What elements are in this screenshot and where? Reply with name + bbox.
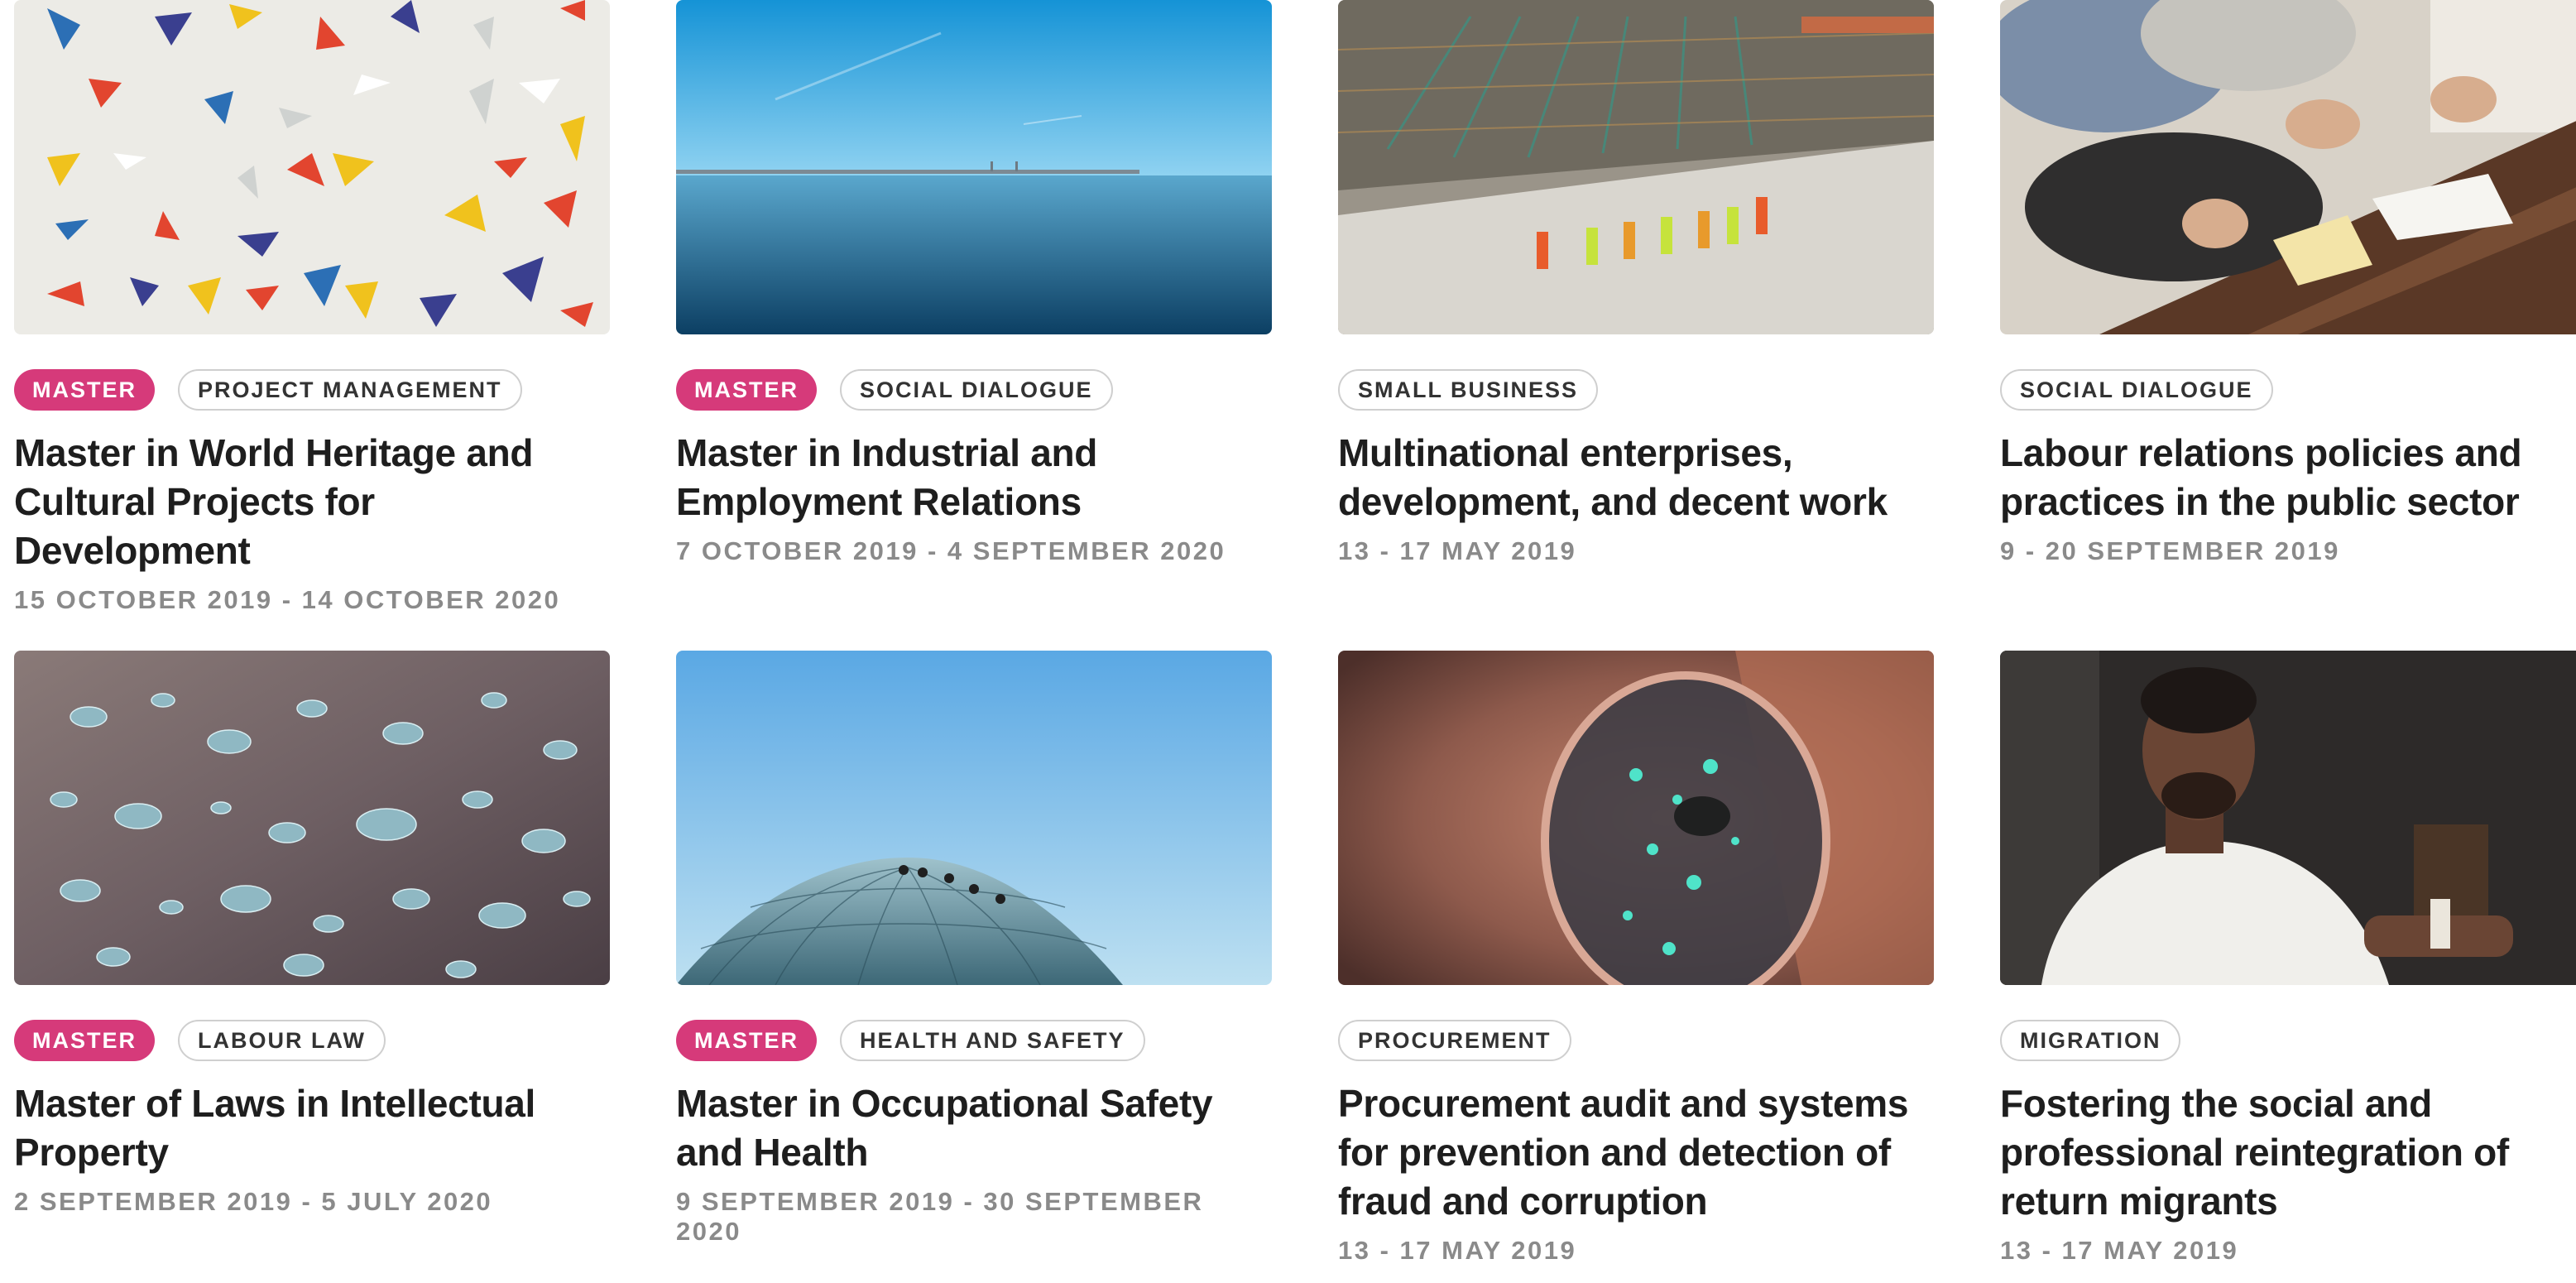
course-image[interactable] [1338,651,1934,985]
course-image[interactable] [14,0,610,334]
course-image[interactable] [14,651,610,985]
course-title[interactable]: Master in Occupational Safety and Health [676,1079,1272,1177]
water-drops-photo [14,651,610,985]
tag-category[interactable]: SOCIAL DIALOGUE [2000,369,2273,411]
construction-site-photo [1338,0,1934,334]
tag-category[interactable]: HEALTH AND SAFETY [840,1020,1145,1061]
tag-category[interactable]: PROCUREMENT [1338,1020,1571,1061]
glasses-reflection-photo [1338,651,1934,985]
course-title[interactable]: Multinational enterprises, development, … [1338,429,1934,526]
dome-climbers-photo [676,651,1272,985]
tag-master[interactable]: MASTER [676,1020,817,1061]
tag-list: PROCUREMENT [1338,1018,1934,1063]
course-card[interactable]: MASTER PROJECT MANAGEMENT Master in Worl… [14,0,610,615]
course-card[interactable]: MIGRATION Fostering the social and profe… [2000,651,2576,1266]
course-card[interactable]: PROCUREMENT Procurement audit and system… [1338,651,1934,1266]
course-dates: 9 SEPTEMBER 2019 - 30 SEPTEMBER 2020 [676,1187,1204,1246]
course-dates: 13 - 17 MAY 2019 [1338,1236,1577,1265]
course-grid: MASTER PROJECT MANAGEMENT Master in Worl… [0,0,2576,1283]
tag-master[interactable]: MASTER [676,369,817,411]
tag-master[interactable]: MASTER [14,1020,155,1061]
tag-category[interactable]: LABOUR LAW [178,1020,386,1061]
course-image[interactable] [2000,0,2576,334]
course-card[interactable]: MASTER SOCIAL DIALOGUE Master in Industr… [676,0,1272,566]
tag-category[interactable]: PROJECT MANAGEMENT [178,369,522,411]
course-image[interactable] [1338,0,1934,334]
course-title[interactable]: Master of Laws in Intellectual Property [14,1079,610,1177]
sea-bridge-photo [676,0,1272,334]
tag-list: MASTER HEALTH AND SAFETY [676,1018,1272,1063]
tag-list: MIGRATION [2000,1018,2576,1063]
course-title[interactable]: Labour relations policies and practices … [2000,429,2576,526]
course-image[interactable] [676,0,1272,334]
course-image[interactable] [2000,651,2576,985]
course-title[interactable]: Procurement audit and systems for preven… [1338,1079,1934,1226]
course-title[interactable]: Fostering the social and professional re… [2000,1079,2576,1226]
course-dates: 13 - 17 MAY 2019 [1338,536,1577,565]
course-card[interactable]: MASTER HEALTH AND SAFETY Master in Occup… [676,651,1272,1247]
tag-master[interactable]: MASTER [14,369,155,411]
tag-category[interactable]: SMALL BUSINESS [1338,369,1599,411]
course-title[interactable]: Master in Industrial and Employment Rela… [676,429,1272,526]
course-image[interactable] [676,651,1272,985]
colorful-triangles-photo [14,0,610,334]
course-card[interactable]: SOCIAL DIALOGUE Labour relations policie… [2000,0,2576,566]
tag-list: MASTER SOCIAL DIALOGUE [676,368,1272,412]
man-portrait-photo [2000,651,2576,985]
course-dates: 13 - 17 MAY 2019 [2000,1236,2239,1265]
tag-list: MASTER PROJECT MANAGEMENT [14,368,610,412]
course-card[interactable]: SMALL BUSINESS Multinational enterprises… [1338,0,1934,566]
course-card[interactable]: MASTER LABOUR LAW Master of Laws in Inte… [14,651,610,1217]
course-dates: 7 OCTOBER 2019 - 4 SEPTEMBER 2020 [676,536,1226,565]
tag-list: MASTER LABOUR LAW [14,1018,610,1063]
meeting-table-photo [2000,0,2576,334]
tag-category[interactable]: SOCIAL DIALOGUE [840,369,1113,411]
course-title[interactable]: Master in World Heritage and Cultural Pr… [14,429,610,575]
course-dates: 2 SEPTEMBER 2019 - 5 JULY 2020 [14,1187,493,1216]
tag-list: SMALL BUSINESS [1338,368,1934,412]
tag-category[interactable]: MIGRATION [2000,1020,2181,1061]
tag-list: SOCIAL DIALOGUE [2000,368,2576,412]
course-dates: 9 - 20 SEPTEMBER 2019 [2000,536,2340,565]
course-dates: 15 OCTOBER 2019 - 14 OCTOBER 2020 [14,585,561,614]
